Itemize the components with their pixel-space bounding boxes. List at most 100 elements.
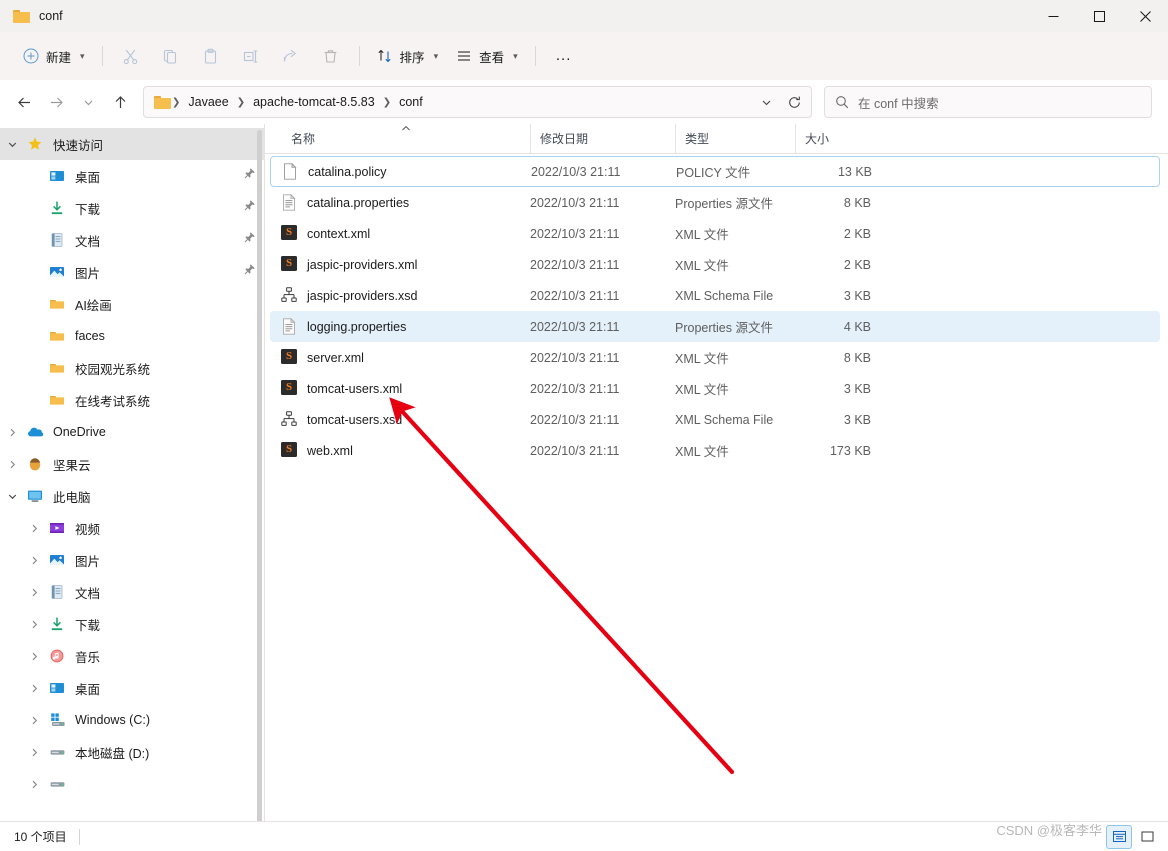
file-name-label: server.xml: [307, 350, 364, 365]
plus-circle-icon: [23, 48, 39, 64]
close-icon[interactable]: [1122, 0, 1168, 32]
file-name-label: web.xml: [307, 443, 353, 458]
chevron-right-icon[interactable]: [22, 779, 46, 790]
forward-arrow-icon[interactable]: [40, 86, 72, 118]
rename-icon[interactable]: [231, 40, 271, 72]
chevron-down-icon[interactable]: [0, 491, 24, 502]
file-name-cell: catalina.properties: [270, 193, 530, 211]
sidebar-item-19[interactable]: 本地磁盘 (D:): [0, 736, 264, 768]
sidebar-item-0[interactable]: 快速访问: [0, 128, 264, 160]
sidebar-item-4[interactable]: 图片: [0, 256, 264, 288]
table-row[interactable]: Scontext.xml 2022/10/3 21:11 XML 文件 2 KB: [270, 218, 1160, 249]
chevron-right-icon[interactable]: [22, 747, 46, 758]
table-row[interactable]: logging.properties 2022/10/3 21:11 Propert…: [270, 311, 1160, 342]
file-name-label: tomcat-users.xml: [307, 381, 403, 396]
sidebar-item-10[interactable]: 坚果云: [0, 448, 264, 480]
sidebar-item-13[interactable]: 图片: [0, 544, 264, 576]
chevron-down-icon[interactable]: [0, 139, 24, 150]
share-icon[interactable]: [271, 40, 311, 72]
sidebar-item-15[interactable]: 下载: [0, 608, 264, 640]
maximize-icon[interactable]: [1076, 0, 1122, 32]
chevron-right-icon[interactable]: [22, 683, 46, 694]
column-header-label: 大小: [805, 132, 830, 146]
chevron-right-icon[interactable]: [22, 587, 46, 598]
breadcrumb-item-2[interactable]: conf: [392, 92, 430, 112]
sidebar-scrollbar[interactable]: [253, 124, 264, 821]
file-list-pane: 名称 修改日期 类型 大小 catalina.policy 2022/10/3 21:1…: [265, 123, 1168, 821]
table-row[interactable]: jaspic-providers.xsd 2022/10/3 21:11 XML S…: [270, 280, 1160, 311]
chevron-right-icon[interactable]: [22, 651, 46, 662]
sidebar-item-5[interactable]: AI绘画: [0, 288, 264, 320]
generic-file-icon: [282, 162, 298, 180]
table-row[interactable]: Sjaspic-providers.xml 2022/10/3 21:11 XML …: [270, 249, 1160, 280]
file-name-cell: jaspic-providers.xsd: [270, 287, 530, 304]
chevron-right-icon[interactable]: [22, 619, 46, 630]
sidebar-item-3[interactable]: 文档: [0, 224, 264, 256]
column-header-1[interactable]: 修改日期: [530, 123, 675, 154]
address-dropdown-chevron-down-icon[interactable]: [753, 89, 779, 115]
chevron-right-icon[interactable]: [0, 427, 24, 438]
refresh-icon[interactable]: [781, 89, 807, 115]
sidebar-item-label: Windows (C:): [75, 713, 151, 727]
copy-icon[interactable]: [151, 40, 191, 72]
new-button[interactable]: 新建 ▾: [14, 40, 94, 72]
folder-icon: [46, 392, 68, 408]
sort-button-label: 排序: [399, 50, 425, 65]
column-header-0[interactable]: 名称: [282, 124, 530, 154]
large-icons-view-icon[interactable]: [1134, 825, 1160, 849]
chevron-right-icon[interactable]: [22, 715, 46, 726]
sidebar-item-14[interactable]: 文档: [0, 576, 264, 608]
address-bar[interactable]: ❯ Javaee ❯ apache-tomcat-8.5.83 ❯ conf: [143, 86, 812, 118]
sidebar-item-16[interactable]: 音乐: [0, 640, 264, 672]
search-input[interactable]: 在 conf 中搜索: [824, 86, 1152, 118]
view-button[interactable]: 查看 ▾: [447, 40, 527, 72]
sidebar-item-label: 在线考试系统: [75, 394, 151, 409]
column-header-2[interactable]: 类型: [675, 123, 795, 154]
table-row[interactable]: Stomcat-users.xml 2022/10/3 21:11 XML 文件 3 …: [270, 373, 1160, 404]
folder-icon: [46, 328, 68, 344]
sidebar-item-2[interactable]: 下载: [0, 192, 264, 224]
file-type-cell: XML Schema File: [675, 288, 774, 303]
file-size-cell: 8 KB: [843, 195, 871, 210]
recent-locations-chevron-down-icon[interactable]: [72, 86, 104, 118]
breadcrumb-item-1[interactable]: apache-tomcat-8.5.83: [246, 92, 382, 112]
back-arrow-icon[interactable]: [8, 86, 40, 118]
chevron-right-icon[interactable]: [22, 555, 46, 566]
search-placeholder: 在 conf 中搜索: [858, 96, 939, 111]
cut-icon[interactable]: [111, 40, 151, 72]
item-count-label: 10 个项目: [14, 830, 67, 844]
breadcrumb-item-0[interactable]: Javaee: [181, 92, 235, 112]
up-arrow-icon[interactable]: [104, 86, 136, 118]
sidebar-item-12[interactable]: 视频: [0, 512, 264, 544]
paste-icon[interactable]: [191, 40, 231, 72]
chevron-right-icon[interactable]: [0, 459, 24, 470]
more-options-button[interactable]: ...: [544, 40, 584, 72]
delete-icon[interactable]: [311, 40, 351, 72]
sidebar-item-9[interactable]: OneDrive: [0, 416, 264, 448]
sidebar-item-1[interactable]: 桌面: [0, 160, 264, 192]
table-row[interactable]: Sweb.xml 2022/10/3 21:11 XML 文件 173 KB: [270, 435, 1160, 466]
chevron-right-icon[interactable]: [22, 523, 46, 534]
details-view-icon[interactable]: [1106, 824, 1132, 849]
table-row[interactable]: catalina.properties 2022/10/3 21:11 Proper…: [270, 187, 1160, 218]
sidebar-item-label: 图片: [75, 266, 101, 281]
table-row[interactable]: tomcat-users.xsd 2022/10/3 21:11 XML Schem…: [270, 404, 1160, 435]
table-row[interactable]: Sserver.xml 2022/10/3 21:11 XML 文件 8 KB: [270, 342, 1160, 373]
sidebar-item-partial[interactable]: [0, 768, 264, 800]
file-name-cell: logging.properties: [270, 317, 530, 335]
sidebar-item-7[interactable]: 校园观光系统: [0, 352, 264, 384]
sidebar-scrollbar-thumb[interactable]: [257, 130, 262, 821]
file-name-label: jaspic-providers.xsd: [307, 288, 418, 303]
sidebar-item-18[interactable]: Windows (C:): [0, 704, 264, 736]
folder-icon: [46, 296, 68, 312]
table-row[interactable]: catalina.policy 2022/10/3 21:11 POLICY 文件 1…: [270, 156, 1160, 187]
sidebar-item-17[interactable]: 桌面: [0, 672, 264, 704]
window-controls: [1030, 0, 1168, 32]
sort-button[interactable]: 排序 ▾: [368, 40, 448, 72]
file-type-cell: Properties 源文件: [675, 321, 773, 335]
minimize-icon[interactable]: [1030, 0, 1076, 32]
column-header-3[interactable]: 大小: [795, 123, 871, 154]
sidebar-item-6[interactable]: faces: [0, 320, 264, 352]
sidebar-item-11[interactable]: 此电脑: [0, 480, 264, 512]
sidebar-item-8[interactable]: 在线考试系统: [0, 384, 264, 416]
